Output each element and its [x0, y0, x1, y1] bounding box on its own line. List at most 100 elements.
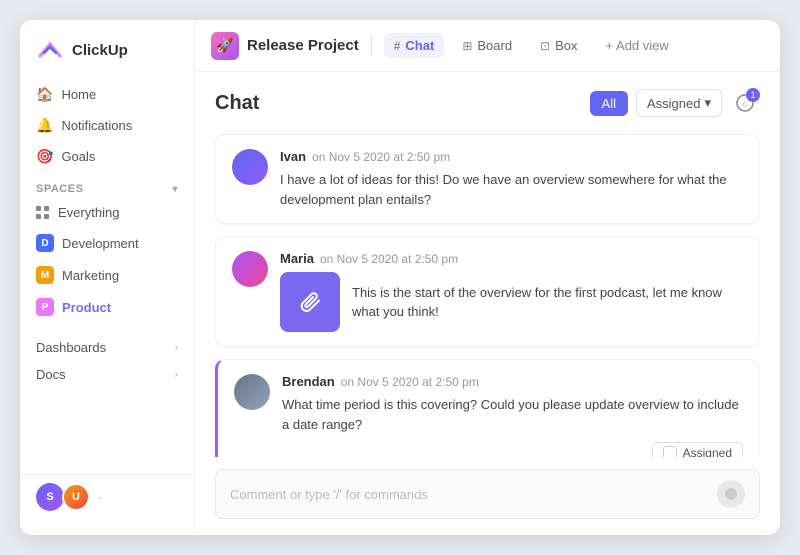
box-icon: ⊡: [540, 39, 550, 53]
message-2-content: Maria on Nov 5 2020 at 2:50 pm This is t…: [280, 251, 743, 332]
sidebar-item-product-label: Product: [62, 300, 111, 315]
message-3-time: on Nov 5 2020 at 2:50 pm: [341, 375, 479, 389]
notification-count-badge: 1: [746, 88, 760, 102]
assigned-badge-button[interactable]: Assigned: [652, 442, 743, 457]
dashboards-label: Dashboards: [36, 340, 106, 355]
notification-bell-button[interactable]: ○ 1: [730, 88, 760, 118]
comment-input-area[interactable]: Comment or type '/' for commands: [215, 469, 760, 519]
chat-container: Chat All Assigned ▾ ○ 1: [195, 72, 780, 535]
message-1-time: on Nov 5 2020 at 2:50 pm: [312, 150, 450, 164]
filter-assigned-dropdown[interactable]: Assigned ▾: [636, 89, 722, 117]
user-avatar-2: U: [62, 483, 90, 511]
user-avatar[interactable]: S: [36, 483, 64, 511]
bell-icon: 🔔: [36, 117, 53, 134]
sidebar-nav: 🏠 Home 🔔 Notifications 🎯 Goals: [20, 80, 194, 171]
docs-chevron: ›: [175, 369, 178, 380]
goals-icon: 🎯: [36, 148, 53, 165]
everything-icon: [36, 206, 50, 220]
paperclip-icon: [298, 290, 322, 314]
ivan-avatar: [232, 149, 268, 185]
docs-label: Docs: [36, 367, 66, 382]
spaces-chevron[interactable]: ▾: [172, 184, 178, 195]
tab-board[interactable]: ⊞ Board: [452, 33, 522, 58]
filter-all-button[interactable]: All: [590, 91, 628, 116]
tab-chat[interactable]: # Chat: [384, 33, 445, 58]
sidebar-item-dashboards[interactable]: Dashboards ›: [28, 334, 186, 361]
tab-chat-label: Chat: [405, 38, 434, 53]
chat-filters: All Assigned ▾ ○ 1: [590, 88, 760, 118]
sidebar-bottom: S U -: [20, 474, 194, 519]
dashboards-chevron: ›: [175, 342, 178, 353]
sidebar-item-development[interactable]: D Development: [28, 228, 186, 258]
project-title-area: 🚀 Release Project: [211, 32, 359, 60]
clickup-logo-icon: [36, 36, 64, 64]
message-2-header: Maria on Nov 5 2020 at 2:50 pm: [280, 251, 743, 266]
sidebar-item-home[interactable]: 🏠 Home: [28, 80, 186, 109]
hash-icon: #: [394, 39, 401, 53]
sidebar-item-everything-label: Everything: [58, 205, 119, 220]
svg-text:○: ○: [742, 99, 747, 109]
sidebar-item-notifications[interactable]: 🔔 Notifications: [28, 111, 186, 140]
main-content: 🚀 Release Project # Chat ⊞ Board ⊡ Box +…: [195, 20, 780, 535]
add-view-label: + Add view: [606, 38, 669, 53]
send-icon: [724, 487, 738, 501]
home-icon: 🏠: [36, 86, 53, 103]
sidebar-logo: ClickUp: [20, 36, 194, 80]
add-view-button[interactable]: + Add view: [596, 33, 679, 58]
message-2-time: on Nov 5 2020 at 2:50 pm: [320, 252, 458, 266]
sidebar-item-home-label: Home: [61, 87, 96, 102]
filter-assigned-label: Assigned: [647, 96, 700, 111]
message-3-text: What time period is this covering? Could…: [282, 395, 743, 434]
sidebar-item-marketing[interactable]: M Marketing: [28, 260, 186, 290]
sidebar-item-goals-label: Goals: [61, 149, 95, 164]
messages-list: Ivan on Nov 5 2020 at 2:50 pm I have a l…: [215, 134, 760, 457]
tab-box-label: Box: [555, 38, 577, 53]
project-name: Release Project: [247, 37, 359, 54]
message-2-text: This is the start of the overview for th…: [352, 283, 743, 322]
send-button[interactable]: [717, 480, 745, 508]
marketing-badge: M: [36, 266, 54, 284]
message-item: Ivan on Nov 5 2020 at 2:50 pm I have a l…: [215, 134, 760, 224]
message-1-header: Ivan on Nov 5 2020 at 2:50 pm: [280, 149, 743, 164]
development-badge: D: [36, 234, 54, 252]
attachment-icon[interactable]: [280, 272, 340, 332]
message-3-author: Brendan: [282, 374, 335, 389]
sidebar-item-everything[interactable]: Everything: [28, 199, 186, 226]
tab-box[interactable]: ⊡ Box: [530, 33, 587, 58]
sidebar-item-development-label: Development: [62, 236, 139, 251]
assigned-checkbox: [663, 446, 677, 457]
maria-avatar: [232, 251, 268, 287]
assigned-label: Assigned: [683, 446, 732, 457]
sidebar: ClickUp 🏠 Home 🔔 Notifications 🎯 Goals S…: [20, 20, 195, 535]
board-icon: ⊞: [462, 39, 472, 53]
comment-placeholder: Comment or type '/' for commands: [230, 487, 428, 502]
sidebar-item-goals[interactable]: 🎯 Goals: [28, 142, 186, 171]
message-2-author: Maria: [280, 251, 314, 266]
message-item: Brendan on Nov 5 2020 at 2:50 pm What ti…: [215, 359, 760, 457]
message-1-text: I have a lot of ideas for this! Do we ha…: [280, 170, 743, 209]
message-2-body: This is the start of the overview for th…: [280, 272, 743, 332]
assigned-row: Assigned: [282, 442, 743, 457]
sidebar-item-docs[interactable]: Docs ›: [28, 361, 186, 388]
message-1-author: Ivan: [280, 149, 306, 164]
message-item: Maria on Nov 5 2020 at 2:50 pm This is t…: [215, 236, 760, 347]
spaces-label: Spaces: [36, 183, 83, 195]
spaces-section: Spaces ▾: [20, 171, 194, 199]
spaces-nav: Everything D Development M Marketing P P…: [20, 199, 194, 322]
filter-chevron-icon: ▾: [704, 95, 711, 111]
chat-header: Chat All Assigned ▾ ○ 1: [215, 88, 760, 118]
app-window: ClickUp 🏠 Home 🔔 Notifications 🎯 Goals S…: [20, 20, 780, 535]
message-1-content: Ivan on Nov 5 2020 at 2:50 pm I have a l…: [280, 149, 743, 209]
tab-board-label: Board: [477, 38, 512, 53]
sidebar-item-product[interactable]: P Product: [28, 292, 186, 322]
message-3-content: Brendan on Nov 5 2020 at 2:50 pm What ti…: [282, 374, 743, 457]
sidebar-user-extra: -: [98, 490, 102, 504]
sidebar-item-notifications-label: Notifications: [61, 118, 132, 133]
project-icon: 🚀: [211, 32, 239, 60]
topbar-divider: [371, 36, 372, 56]
topbar: 🚀 Release Project # Chat ⊞ Board ⊡ Box +…: [195, 20, 780, 72]
app-name: ClickUp: [72, 42, 128, 59]
brendan-avatar: [234, 374, 270, 410]
sidebar-item-marketing-label: Marketing: [62, 268, 119, 283]
message-3-header: Brendan on Nov 5 2020 at 2:50 pm: [282, 374, 743, 389]
